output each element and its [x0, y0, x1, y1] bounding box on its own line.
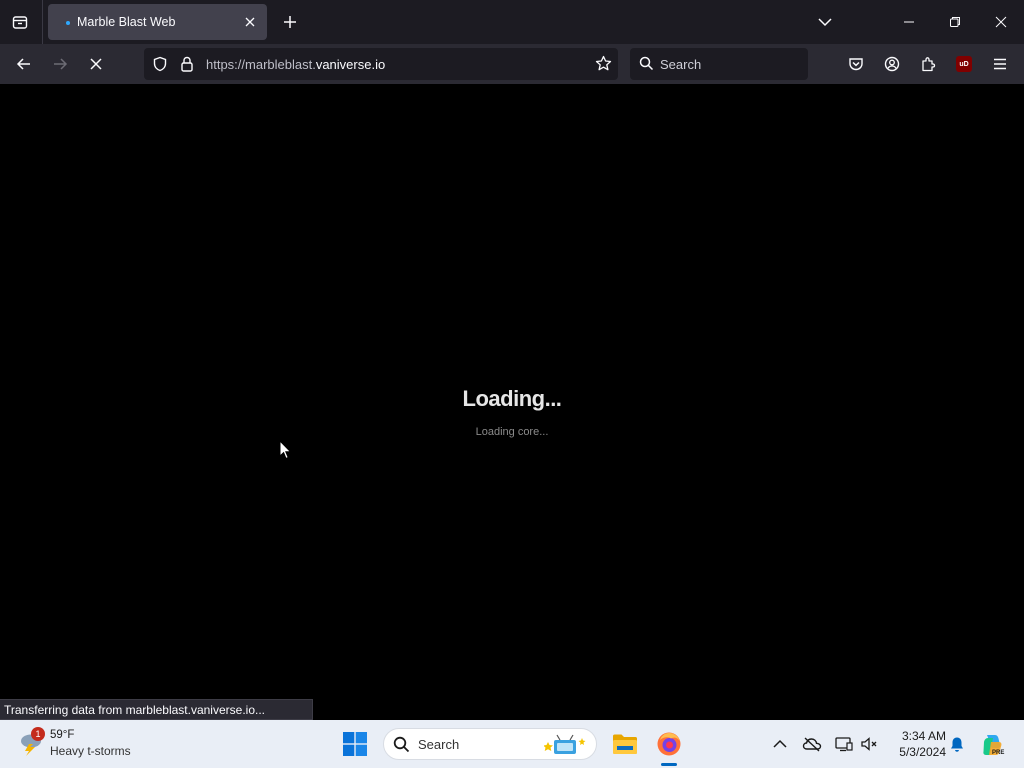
- loading-title: Loading...: [462, 386, 562, 411]
- mouse-cursor-icon: [279, 439, 292, 465]
- tab-favicon-dot: [66, 21, 70, 25]
- url-text: https://marbleblast.vaniverse.io: [206, 57, 385, 72]
- ublock-label: uD: [956, 56, 972, 72]
- account-icon[interactable]: [880, 52, 904, 76]
- back-arrow-icon[interactable]: [12, 52, 36, 76]
- bell-icon[interactable]: [947, 734, 967, 754]
- minimize-icon[interactable]: [897, 10, 921, 34]
- forward-arrow-icon[interactable]: [48, 52, 72, 76]
- page-content: Loading... Loading core... Transferring …: [0, 84, 1024, 720]
- plus-icon[interactable]: [279, 11, 301, 33]
- windows-start-icon[interactable]: [343, 732, 367, 756]
- address-bar[interactable]: https://marbleblast.vaniverse.io: [144, 48, 618, 80]
- menu-icon[interactable]: [988, 52, 1012, 76]
- search-icon: [393, 736, 410, 758]
- file-explorer-icon[interactable]: [611, 730, 639, 758]
- copilot-label: PRE: [992, 750, 1004, 756]
- search-highlight-icon: [543, 734, 588, 761]
- shield-icon[interactable]: [152, 56, 168, 77]
- url-prefix: https://marbleblast.: [206, 57, 316, 72]
- navigation-bar: https://marbleblast.vaniverse.io Search …: [0, 44, 1024, 84]
- chevron-up-icon[interactable]: [770, 734, 790, 754]
- loading-subtitle: Loading core...: [475, 426, 549, 438]
- firefox-active-indicator: [661, 763, 677, 766]
- close-icon[interactable]: [241, 13, 259, 31]
- tab-separator: [42, 0, 43, 44]
- weather-badge: 1: [31, 727, 45, 741]
- copilot-icon[interactable]: PRE: [978, 732, 1006, 758]
- url-domain: vaniverse.io: [315, 57, 386, 72]
- firefox-icon[interactable]: [655, 730, 683, 758]
- restore-icon[interactable]: [943, 10, 967, 34]
- weather-temperature: 59°F: [50, 729, 75, 741]
- weather-condition: Heavy t-storms: [50, 744, 131, 758]
- search-placeholder: Search: [660, 57, 702, 72]
- tab-active[interactable]: Marble Blast Web: [48, 4, 267, 40]
- weather-widget[interactable]: 1 59°F Heavy t-storms: [16, 727, 156, 761]
- clock-date: 5/3/2024: [899, 745, 946, 759]
- list-all-tabs-icon[interactable]: [8, 10, 32, 34]
- chevron-down-icon[interactable]: [815, 12, 835, 32]
- taskbar-search-placeholder: Search: [418, 737, 460, 752]
- stop-loading-icon[interactable]: [84, 52, 108, 76]
- tab-title: Marble Blast Web: [77, 15, 176, 29]
- clock-time: 3:34 AM: [901, 729, 946, 743]
- onedrive-icon[interactable]: [802, 734, 822, 754]
- extensions-icon[interactable]: [916, 52, 940, 76]
- ublock-icon[interactable]: uD: [952, 52, 976, 76]
- taskbar: 1 59°F Heavy t-storms Search 3:34 AM 5/3…: [0, 720, 1024, 768]
- status-bar: Transferring data from marbleblast.vaniv…: [0, 699, 313, 720]
- tab-bar: Marble Blast Web: [0, 0, 1024, 44]
- volume-muted-icon[interactable]: [859, 734, 879, 754]
- window-close-icon[interactable]: [989, 10, 1013, 34]
- star-icon[interactable]: [595, 55, 612, 77]
- search-bar[interactable]: Search: [630, 48, 808, 80]
- pocket-icon[interactable]: [844, 52, 868, 76]
- lock-icon[interactable]: [180, 56, 194, 77]
- clock[interactable]: 3:34 AM 5/3/2024: [886, 728, 946, 760]
- display-icon[interactable]: [834, 734, 854, 754]
- search-icon: [639, 56, 654, 76]
- taskbar-search-box[interactable]: Search: [383, 728, 597, 760]
